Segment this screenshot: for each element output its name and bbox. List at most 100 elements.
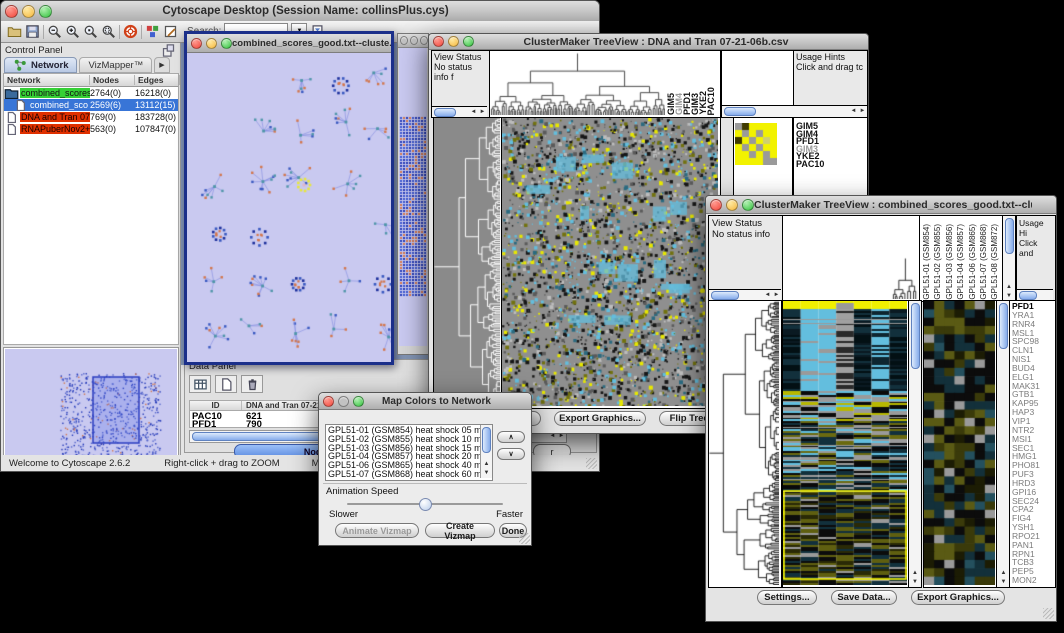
row-dendrogram[interactable] bbox=[434, 118, 500, 406]
column-label[interactable]: GPL51-08 (GSM872) bbox=[989, 224, 1000, 300]
scroll-up-arrow[interactable]: ▲ bbox=[911, 569, 920, 578]
move-up-button[interactable]: ∧ bbox=[497, 431, 525, 443]
attribute-item[interactable]: GPL51-07 (GSM868) heat shock 60 min bbox=[328, 470, 492, 479]
tv2-heatmap-vscrollbar[interactable]: ▲ ▼ bbox=[908, 300, 922, 588]
zoom-heatmap[interactable] bbox=[924, 301, 995, 585]
tab-network[interactable]: Network bbox=[4, 57, 77, 73]
move-down-button[interactable]: ∨ bbox=[497, 448, 525, 460]
delete-attribute-icon[interactable] bbox=[241, 375, 263, 393]
save-session-icon[interactable] bbox=[25, 24, 40, 39]
column-label[interactable]: YKE2 bbox=[699, 91, 707, 115]
minimize-button[interactable] bbox=[22, 5, 35, 18]
network-row[interactable]: RNAPuberNov2+ 563(0) 107847(0) bbox=[4, 123, 178, 135]
scroll-up-arrow[interactable]: ▲ bbox=[1005, 283, 1014, 292]
zoom-fit-icon[interactable] bbox=[101, 24, 116, 39]
scroll-down-arrow[interactable]: ▼ bbox=[999, 578, 1008, 587]
zoom-button[interactable] bbox=[742, 199, 754, 211]
scroll-left-arrow[interactable]: ◄ bbox=[469, 108, 478, 117]
global-heatmap[interactable] bbox=[502, 118, 718, 406]
minimize-button[interactable] bbox=[338, 396, 349, 407]
column-label[interactable]: PFD1 bbox=[683, 92, 691, 115]
export-graphics-button[interactable]: Export Graphics... bbox=[554, 411, 646, 426]
zoom-heatmap[interactable] bbox=[735, 123, 777, 165]
close-button[interactable] bbox=[191, 38, 202, 49]
close-button[interactable] bbox=[5, 5, 18, 18]
network-canvas[interactable] bbox=[187, 53, 391, 359]
zoom-button[interactable] bbox=[39, 5, 52, 18]
tv2-resize-grip[interactable] bbox=[1043, 608, 1054, 619]
network-view-titlebar[interactable]: combined_scores_good.txt--cluste... bbox=[187, 34, 391, 53]
tab-vizmapper[interactable]: VizMapper™ bbox=[79, 57, 152, 73]
column-label[interactable]: GIM5 bbox=[667, 93, 675, 115]
main-resize-grip[interactable] bbox=[586, 458, 597, 469]
dialog-titlebar[interactable]: Map Colors to Network bbox=[319, 393, 531, 410]
gene-label[interactable]: MON2 bbox=[1012, 576, 1055, 585]
zoom-button[interactable] bbox=[221, 38, 232, 49]
column-label[interactable]: GPL51-02 (GSM855) bbox=[932, 224, 943, 300]
export-graphics-button[interactable]: Export Graphics... bbox=[911, 590, 1005, 605]
dp-col-id[interactable]: ID bbox=[190, 401, 242, 410]
dense-network-canvas[interactable] bbox=[399, 116, 426, 298]
scroll-right-arrow[interactable]: ► bbox=[478, 108, 487, 117]
scroll-up-arrow[interactable]: ▲ bbox=[482, 460, 491, 469]
scroll-left-arrow[interactable]: ◄ bbox=[849, 107, 858, 116]
create-vizmap-button[interactable]: Create Vizmap bbox=[425, 523, 495, 538]
column-label[interactable]: GPL51-03 (GSM856) bbox=[944, 224, 955, 300]
column-label[interactable]: GPL51-01 (GSM854) bbox=[921, 224, 932, 300]
attribute-vscrollbar[interactable]: ▲ ▼ bbox=[480, 425, 492, 478]
row-dendrogram[interactable] bbox=[709, 301, 779, 585]
scroll-right-arrow[interactable]: ► bbox=[772, 291, 781, 300]
column-label[interactable]: PAC10 bbox=[707, 87, 715, 115]
scroll-right-arrow[interactable]: ► bbox=[858, 107, 867, 116]
scroll-up-arrow[interactable]: ▲ bbox=[999, 569, 1008, 578]
minimize-button[interactable] bbox=[448, 36, 459, 47]
gene-label[interactable]: PAC10 bbox=[796, 161, 867, 169]
col-header-nodes[interactable]: Nodes bbox=[90, 75, 135, 85]
minimize-button[interactable] bbox=[206, 38, 217, 49]
network-row-selected[interactable]: combined_sco 2569(6) 13112(15) bbox=[4, 99, 178, 111]
column-label[interactable]: GPL51-07 (GSM868) bbox=[978, 224, 989, 300]
float-panel-icon[interactable] bbox=[161, 43, 176, 58]
zoom-button[interactable] bbox=[353, 396, 364, 407]
new-attribute-icon[interactable] bbox=[215, 375, 237, 393]
zoom-button[interactable] bbox=[463, 36, 474, 47]
column-label[interactable]: GIM3 bbox=[691, 93, 699, 115]
col-header-edges[interactable]: Edges bbox=[135, 75, 180, 85]
attribute-select-icon[interactable] bbox=[189, 375, 211, 393]
minimize-button[interactable] bbox=[726, 199, 738, 211]
zoom-actual-icon[interactable] bbox=[83, 24, 98, 39]
zoom-in-icon[interactable] bbox=[65, 24, 80, 39]
settings-button[interactable]: Settings... bbox=[757, 590, 817, 605]
birdseye-view[interactable] bbox=[5, 349, 177, 461]
scroll-down-arrow[interactable]: ▼ bbox=[911, 578, 920, 587]
network-row[interactable]: combined_scores 2764(0) 16218(0) bbox=[4, 87, 178, 99]
animate-vizmap-button[interactable]: Animate Vizmap bbox=[335, 523, 419, 538]
col-header-network[interactable]: Network bbox=[4, 75, 90, 85]
close-button[interactable] bbox=[710, 199, 722, 211]
column-dendrogram[interactable] bbox=[490, 51, 665, 115]
zoom-out-icon[interactable] bbox=[47, 24, 62, 39]
open-session-icon[interactable] bbox=[7, 24, 22, 39]
scroll-left-arrow[interactable]: ◄ bbox=[763, 291, 772, 300]
main-titlebar[interactable]: Cytoscape Desktop (Session Name: collins… bbox=[1, 1, 599, 22]
treeview2-titlebar[interactable]: ClusterMaker TreeView : combined_scores_… bbox=[706, 196, 1056, 214]
column-label[interactable]: GPL51-06 (GSM865) bbox=[967, 224, 978, 300]
treeview1-titlebar[interactable]: ClusterMaker TreeView : DNA and Tran 07-… bbox=[429, 34, 868, 50]
close-button[interactable] bbox=[400, 36, 408, 45]
column-label[interactable]: GIM4 bbox=[675, 93, 683, 115]
close-button[interactable] bbox=[323, 396, 334, 407]
global-heatmap[interactable] bbox=[783, 301, 907, 585]
network-row[interactable]: DNA and Tran 07 769(0) 183728(0) bbox=[4, 111, 178, 123]
tv1-status-hscrollbar[interactable]: ◄ ► bbox=[432, 106, 487, 117]
vizmapper-icon[interactable] bbox=[145, 24, 160, 39]
tab-overflow-arrow[interactable]: ▶ bbox=[154, 57, 169, 73]
zoom-button[interactable] bbox=[420, 36, 428, 45]
minimize-button[interactable] bbox=[410, 36, 418, 45]
dialog-resize-grip[interactable] bbox=[519, 533, 530, 544]
speed-slider-thumb[interactable] bbox=[419, 498, 432, 511]
tv2-collabel-vscrollbar[interactable]: ▲ ▼ bbox=[1002, 215, 1016, 302]
save-data-button[interactable]: Save Data... bbox=[831, 590, 897, 605]
annotation-icon[interactable] bbox=[163, 24, 178, 39]
column-dendrogram[interactable] bbox=[783, 216, 918, 299]
help-icon[interactable] bbox=[123, 24, 138, 39]
